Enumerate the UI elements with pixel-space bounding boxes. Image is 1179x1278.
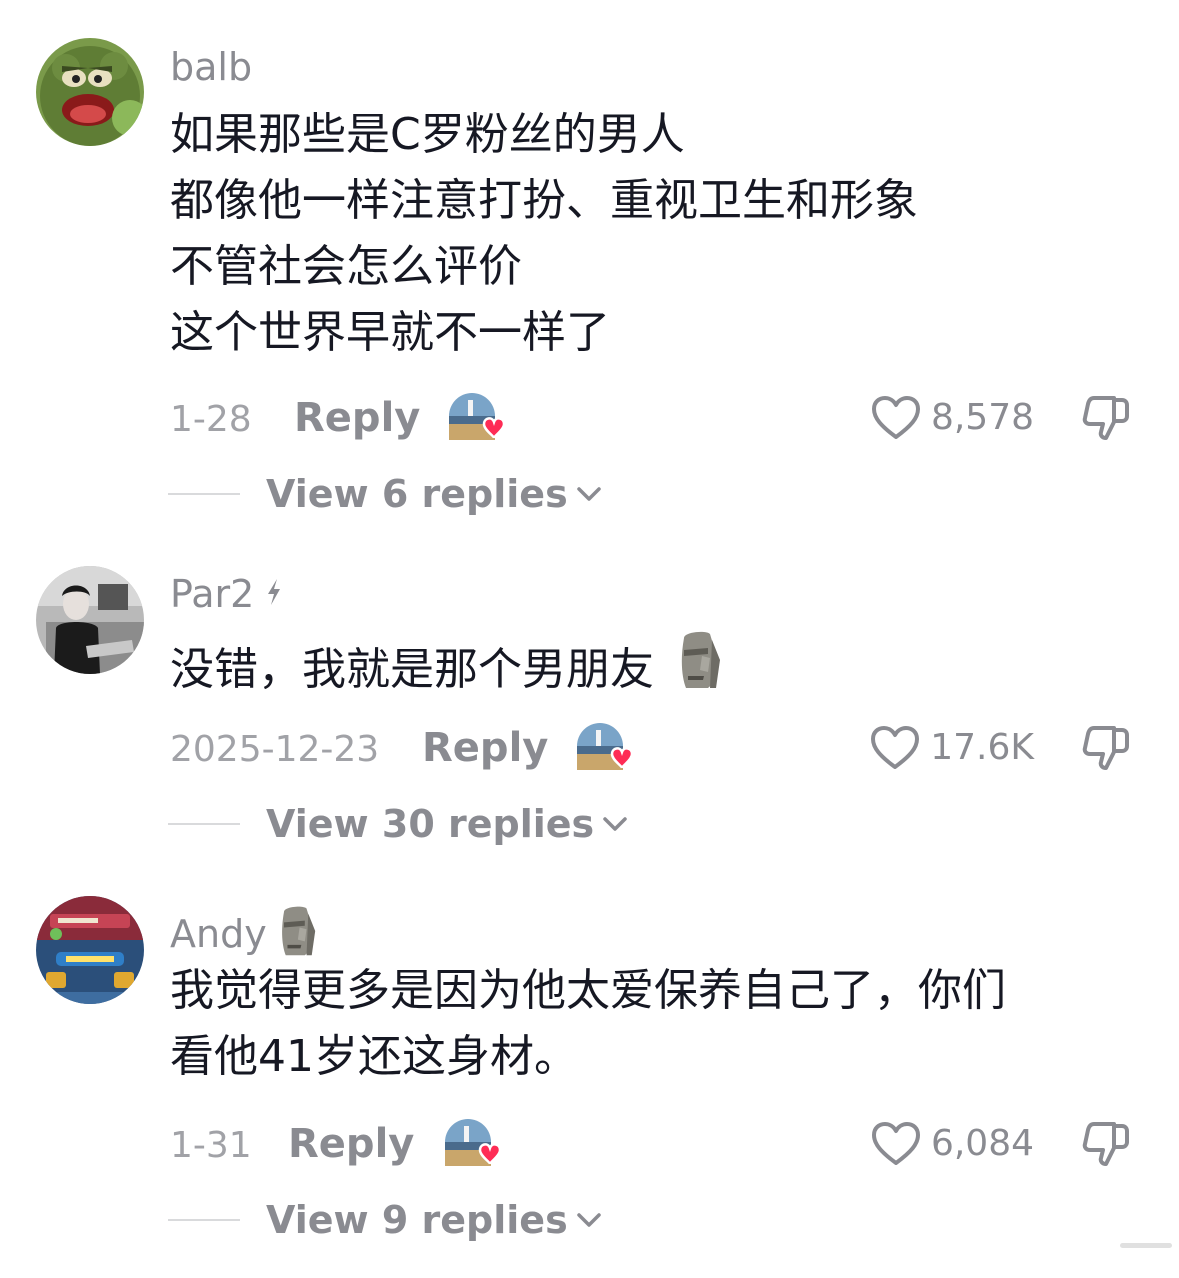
comment-actions: 1-28 Reply 8,578 (170, 390, 1140, 450)
chevron-down-icon (576, 1213, 601, 1227)
creator-liked-icon (576, 720, 634, 774)
chevron-down-icon (603, 817, 627, 831)
comment-text: 我觉得更多是因为他太爱保养自己了，你们 看他41岁还这身材。 (170, 958, 1130, 1090)
heart-icon (871, 726, 920, 769)
moai-emoji-icon (277, 905, 317, 963)
comment-date: 2025-12-23 (170, 729, 380, 770)
avatar[interactable] (36, 896, 144, 1004)
moai-emoji-icon (676, 630, 722, 709)
view-replies[interactable]: View 6 replies (168, 470, 604, 518)
thumbs-down-icon (1082, 1122, 1129, 1166)
dislike-button[interactable] (1080, 722, 1132, 774)
game-screen-avatar-icon (36, 896, 144, 1004)
comment-actions: 2025-12-23 Reply 17.6K (170, 720, 1140, 780)
comment-date: 1-28 (170, 399, 252, 440)
thumbs-down-icon (1082, 726, 1129, 770)
comment-line: 这个世界早就不一样了 (170, 307, 610, 358)
comment-line: 如果那些是C罗粉丝的男人 (170, 109, 685, 160)
divider (168, 493, 240, 495)
bw-photo-avatar-icon (36, 566, 144, 674)
username[interactable]: balb (170, 48, 252, 86)
like-count: 17.6K (930, 727, 1034, 768)
like-count: 8,578 (930, 397, 1034, 438)
view-replies[interactable]: View 9 replies (168, 1196, 604, 1244)
avatar[interactable] (36, 38, 144, 146)
username-text[interactable]: Par2 (170, 575, 254, 613)
thumbs-down-icon (1082, 396, 1129, 440)
comment-text: 没错，我就是那个男朋友 (170, 630, 1130, 709)
reply-button[interactable]: Reply (288, 1124, 414, 1164)
heart-icon (871, 1122, 920, 1165)
reply-button[interactable]: Reply (422, 728, 548, 768)
username[interactable]: Andy (170, 905, 317, 963)
like-button[interactable]: 17.6K (870, 722, 1034, 774)
avatar[interactable] (36, 566, 144, 674)
comment-line: 我觉得更多是因为他太爱保养自己了，你们 (170, 965, 1006, 1016)
comment-line: 没错，我就是那个男朋友 (170, 630, 1130, 709)
green-puppet-avatar-icon (36, 38, 144, 146)
view-replies-label[interactable]: View 30 replies (266, 805, 594, 843)
view-replies[interactable]: View 30 replies (168, 800, 630, 848)
comment-line: 都像他一样注意打扮、重视卫生和形象 (170, 175, 918, 226)
username-text[interactable]: balb (170, 48, 252, 86)
comment-actions: 1-31 Reply 6,084 (170, 1116, 1140, 1176)
username[interactable]: Par2 (170, 575, 284, 613)
scroll-indicator (1120, 1243, 1172, 1248)
comment-line: 不管社会怎么评价 (170, 241, 522, 292)
view-replies-label[interactable]: View 9 replies (266, 1201, 568, 1239)
reply-button[interactable]: Reply (294, 398, 420, 438)
username-text[interactable]: Andy (170, 915, 267, 953)
creator-liked-icon (444, 1116, 502, 1170)
like-button[interactable]: 8,578 (871, 392, 1034, 444)
comment-text: 如果那些是C罗粉丝的男人 都像他一样注意打扮、重视卫生和形象 不管社会怎么评价 … (170, 102, 1130, 366)
heart-icon (871, 396, 920, 439)
divider (168, 1219, 240, 1221)
divider (168, 823, 240, 825)
creator-liked-icon (448, 390, 506, 444)
comment-line-text: 没错，我就是那个男朋友 (170, 643, 654, 695)
dislike-button[interactable] (1080, 392, 1132, 444)
like-count: 6,084 (930, 1123, 1034, 1164)
comment-date: 1-31 (170, 1125, 252, 1166)
dislike-button[interactable] (1080, 1118, 1132, 1170)
like-button[interactable]: 6,084 (871, 1118, 1034, 1170)
chevron-down-icon (576, 487, 601, 501)
comment-line: 看他41岁还这身材。 (170, 1031, 578, 1082)
lightning-icon (264, 575, 284, 613)
view-replies-label[interactable]: View 6 replies (266, 475, 568, 513)
